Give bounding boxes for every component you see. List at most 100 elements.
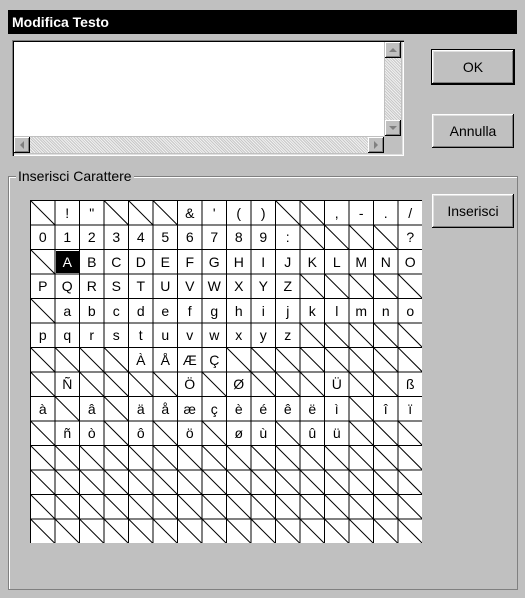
character-cell[interactable]: v — [179, 324, 202, 347]
character-cell[interactable]: g — [203, 300, 226, 323]
character-cell[interactable]: À — [130, 349, 153, 372]
character-cell[interactable]: " — [81, 202, 104, 225]
character-cell[interactable]: ò — [81, 422, 104, 445]
character-cell[interactable]: 9 — [252, 226, 275, 249]
character-cell[interactable]: ô — [130, 422, 153, 445]
character-cell[interactable]: r — [81, 324, 104, 347]
character-cell[interactable]: ä — [130, 398, 153, 421]
character-cell[interactable]: æ — [179, 398, 202, 421]
character-cell[interactable]: 0 — [32, 226, 55, 249]
character-cell[interactable]: ë — [301, 398, 324, 421]
character-cell[interactable]: U — [154, 275, 177, 298]
character-cell[interactable]: i — [252, 300, 275, 323]
character-cell[interactable]: 5 — [154, 226, 177, 249]
character-cell[interactable]: ç — [203, 398, 226, 421]
character-cell[interactable]: Ø — [228, 373, 251, 396]
character-cell[interactable]: ñ — [56, 422, 79, 445]
character-cell[interactable]: s — [105, 324, 128, 347]
character-cell[interactable]: D — [130, 251, 153, 274]
vertical-scrollbar[interactable] — [384, 42, 402, 138]
character-cell[interactable]: Y — [252, 275, 275, 298]
character-cell[interactable]: k — [301, 300, 324, 323]
character-cell[interactable]: 7 — [203, 226, 226, 249]
character-cell[interactable]: Q — [56, 275, 79, 298]
character-cell[interactable]: â — [81, 398, 104, 421]
character-cell[interactable]: B — [81, 251, 104, 274]
character-cell[interactable]: å — [154, 398, 177, 421]
character-cell[interactable]: û — [301, 422, 324, 445]
cancel-button[interactable]: Annulla — [432, 114, 514, 148]
character-cell[interactable]: 6 — [179, 226, 202, 249]
character-cell[interactable]: M — [350, 251, 373, 274]
character-cell[interactable]: 3 — [105, 226, 128, 249]
character-cell[interactable]: A — [56, 250, 79, 273]
character-cell[interactable]: 2 — [81, 226, 104, 249]
character-cell[interactable]: E — [154, 251, 177, 274]
character-cell[interactable]: N — [375, 251, 398, 274]
character-cell[interactable]: S — [105, 275, 128, 298]
character-cell[interactable]: ù — [252, 422, 275, 445]
horizontal-scrollbar[interactable] — [14, 136, 384, 154]
character-cell[interactable]: m — [350, 300, 373, 323]
character-cell[interactable]: J — [277, 251, 300, 274]
character-cell[interactable]: T — [130, 275, 153, 298]
character-cell[interactable]: , — [326, 202, 349, 225]
character-cell[interactable]: ï — [399, 398, 422, 421]
character-cell[interactable]: a — [56, 300, 79, 323]
character-cell[interactable]: O — [399, 251, 422, 274]
character-cell[interactable]: 1 — [56, 226, 79, 249]
character-cell[interactable]: L — [326, 251, 349, 274]
character-cell[interactable]: Ç — [203, 349, 226, 372]
character-cell[interactable]: j — [277, 300, 300, 323]
character-cell[interactable]: ì — [326, 398, 349, 421]
character-cell[interactable]: : — [277, 226, 300, 249]
character-cell[interactable]: R — [81, 275, 104, 298]
character-cell[interactable]: x — [228, 324, 251, 347]
character-cell[interactable]: Å — [154, 349, 177, 372]
character-cell[interactable]: ' — [203, 202, 226, 225]
character-cell[interactable]: y — [252, 324, 275, 347]
scroll-up-button[interactable] — [385, 42, 401, 58]
ok-button[interactable]: OK — [431, 49, 515, 85]
vertical-scroll-track[interactable] — [385, 58, 401, 120]
character-cell[interactable]: ? — [399, 226, 422, 249]
character-cell[interactable]: ! — [56, 202, 79, 225]
scroll-right-button[interactable] — [368, 137, 384, 153]
character-cell[interactable]: G — [203, 251, 226, 274]
character-cell[interactable]: K — [301, 251, 324, 274]
character-cell[interactable]: . — [375, 202, 398, 225]
character-cell[interactable]: é — [252, 398, 275, 421]
character-cell[interactable]: C — [105, 251, 128, 274]
character-cell[interactable]: P — [32, 275, 55, 298]
character-cell[interactable]: d — [130, 300, 153, 323]
character-cell[interactable]: & — [179, 202, 202, 225]
character-cell[interactable]: w — [203, 324, 226, 347]
character-cell[interactable]: F — [179, 251, 202, 274]
character-cell[interactable]: h — [228, 300, 251, 323]
character-cell[interactable]: à — [32, 398, 55, 421]
character-cell[interactable]: 4 — [130, 226, 153, 249]
character-cell[interactable]: ( — [228, 202, 251, 225]
character-cell[interactable]: î — [375, 398, 398, 421]
scroll-down-button[interactable] — [385, 120, 401, 136]
character-cell[interactable]: u — [154, 324, 177, 347]
character-cell[interactable]: Ö — [179, 373, 202, 396]
character-cell[interactable]: f — [179, 300, 202, 323]
character-cell[interactable]: W — [203, 275, 226, 298]
character-cell[interactable]: X — [228, 275, 251, 298]
character-cell[interactable]: V — [179, 275, 202, 298]
insert-button[interactable]: Inserisci — [432, 194, 514, 228]
character-cell[interactable]: - — [350, 202, 373, 225]
character-cell[interactable]: n — [375, 300, 398, 323]
character-cell[interactable]: z — [277, 324, 300, 347]
character-cell[interactable]: Ü — [326, 373, 349, 396]
character-cell[interactable]: ß — [399, 373, 422, 396]
character-cell[interactable]: ü — [326, 422, 349, 445]
character-cell[interactable]: I — [252, 251, 275, 274]
character-cell[interactable]: p — [32, 324, 55, 347]
character-grid[interactable]: ! " & '(), -./ 0 1 2 3 4 5 6 7 8 9:? A B C D E F G H I J K L M N O P Q R… — [30, 200, 422, 543]
scroll-left-button[interactable] — [14, 137, 30, 153]
character-cell[interactable]: ö — [179, 422, 202, 445]
text-edit-area[interactable] — [12, 40, 404, 156]
character-cell[interactable]: Z — [277, 275, 300, 298]
